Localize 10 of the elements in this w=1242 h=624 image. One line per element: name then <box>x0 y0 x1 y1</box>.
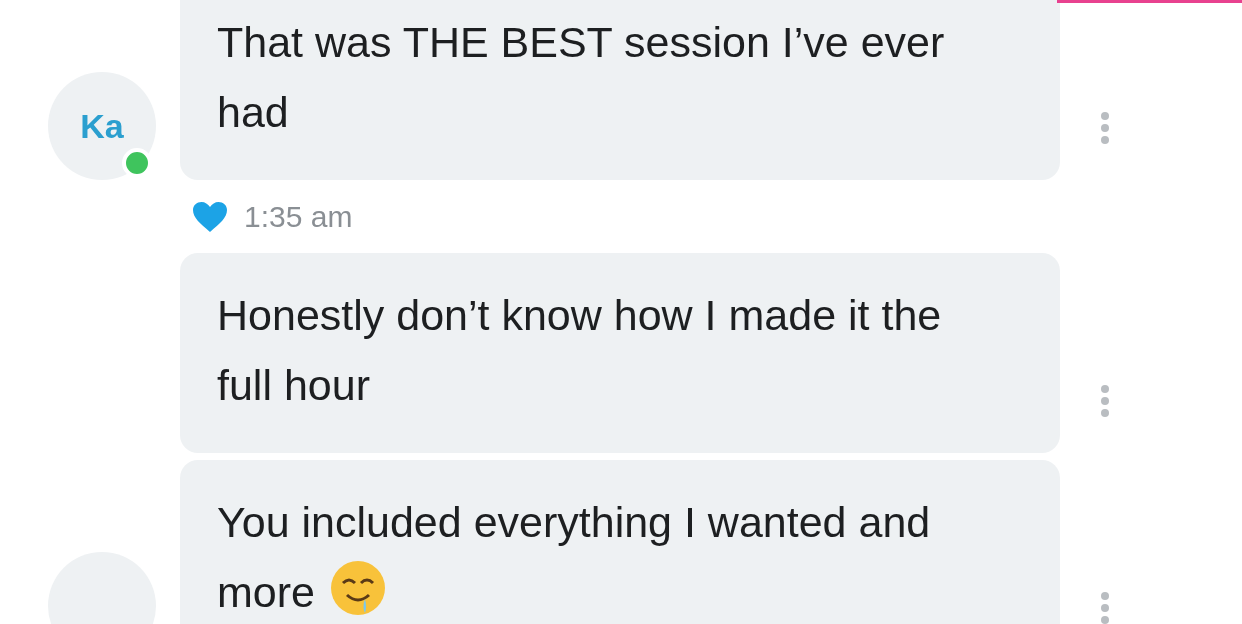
more-options-icon[interactable] <box>1098 112 1112 144</box>
heart-icon[interactable] <box>192 200 228 233</box>
avatar-initials: Ka <box>80 106 124 146</box>
message-text: That was THE BEST session I’ve ever had <box>217 18 945 136</box>
message-time: 1:35 am <box>244 199 353 234</box>
more-options-icon[interactable] <box>1098 592 1112 624</box>
more-options-icon[interactable] <box>1098 385 1112 417</box>
message-text: Honestly don’t know how I made it the full hour <box>217 291 942 409</box>
avatar[interactable]: Ka <box>48 72 156 180</box>
message-text: You included everything I wanted and more <box>217 498 931 616</box>
